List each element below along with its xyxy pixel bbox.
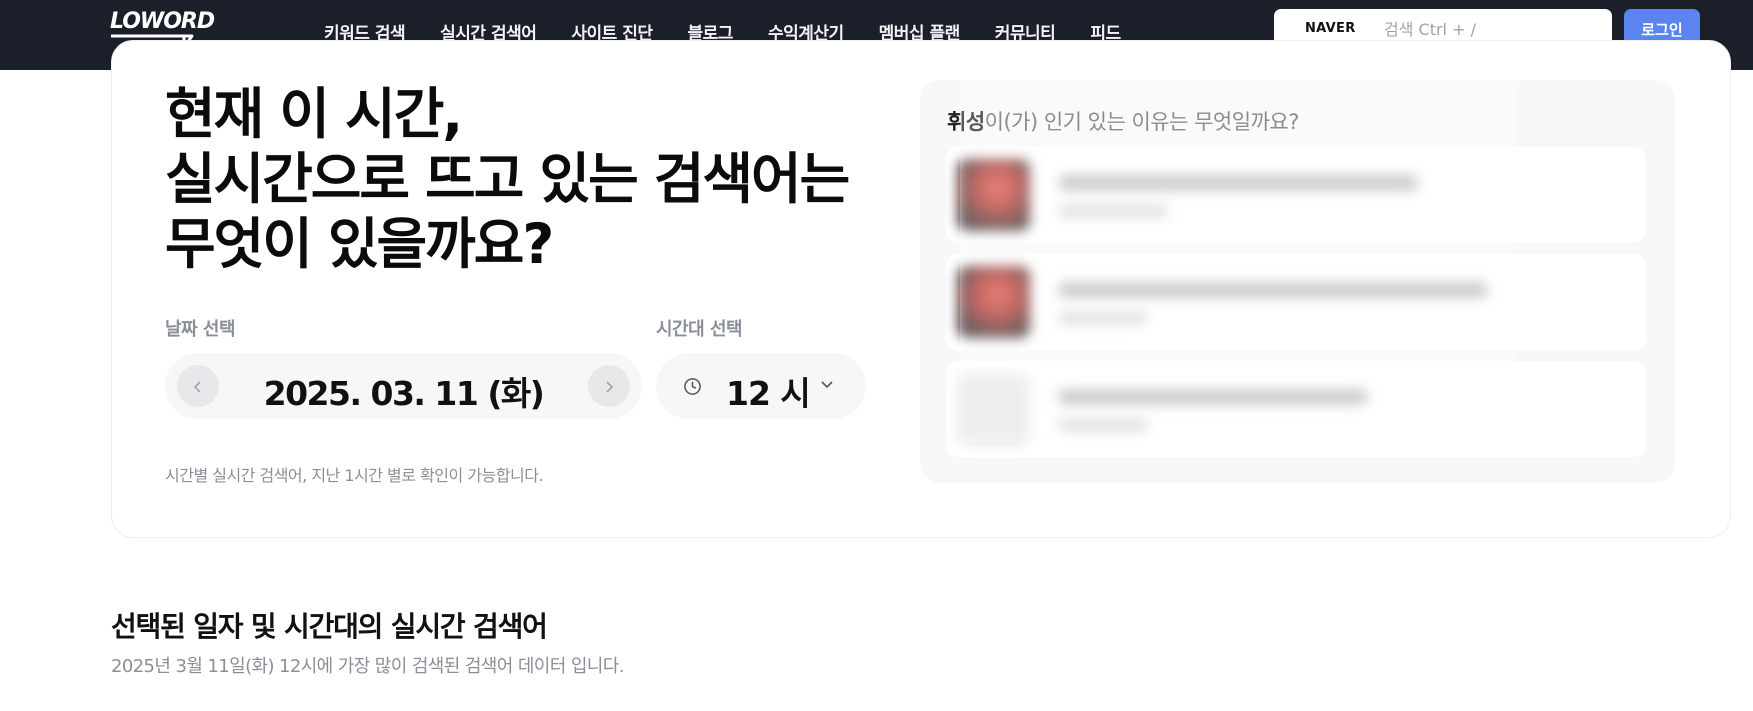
reason-keyword: 휘성 — [947, 110, 985, 134]
chevron-right-icon — [606, 381, 614, 393]
news-source-blurred — [1058, 312, 1148, 324]
reason-question: 휘성이(가) 인기 있는 이유는 무엇일까요? — [947, 106, 1299, 136]
hero-title: 현재 이 시간, 실시간으로 뜨고 있는 검색어는 무엇이 있을까요? — [165, 82, 850, 276]
trend-reason-panel: 휘성이(가) 인기 있는 이유는 무엇일까요? — [920, 80, 1675, 483]
reason-question-text: 이(가) 인기 있는 이유는 무엇일까요? — [984, 110, 1300, 134]
news-item[interactable] — [946, 147, 1646, 243]
previous-date-button[interactable] — [177, 365, 219, 407]
date-select-label: 날짜 선택 — [165, 319, 236, 340]
section-title: 선택된 일자 및 시간대의 실시간 검색어 — [111, 610, 548, 643]
chevron-down-icon — [821, 381, 833, 389]
selected-date[interactable]: 2025. 03. 11 (화) — [235, 367, 572, 415]
time-select-label: 시간대 선택 — [656, 319, 743, 340]
news-source-blurred — [1058, 205, 1168, 217]
date-picker: 2025. 03. 11 (화) — [165, 353, 642, 419]
chevron-left-icon — [193, 381, 201, 393]
next-date-button[interactable] — [588, 365, 630, 407]
news-item[interactable] — [946, 254, 1646, 350]
search-engine-label[interactable]: NAVER — [1305, 21, 1356, 36]
time-picker[interactable]: 12 시 — [656, 353, 866, 419]
clock-icon — [684, 378, 701, 395]
news-thumbnail — [958, 373, 1030, 445]
news-headline-blurred — [1058, 389, 1368, 405]
news-thumbnail — [958, 159, 1030, 231]
news-thumbnail — [958, 266, 1030, 338]
section-subtitle: 2025년 3월 11일(화) 12시에 가장 많이 검색된 검색어 데이터 입… — [111, 656, 624, 677]
news-source-blurred — [1058, 419, 1148, 431]
helper-text: 시간별 실시간 검색어, 지난 1시간 별로 확인이 가능합니다. — [165, 466, 544, 485]
selected-hour: 12 시 — [726, 374, 811, 413]
news-headline-blurred — [1058, 282, 1488, 298]
news-headline-blurred — [1058, 175, 1418, 191]
news-item[interactable] — [946, 361, 1646, 457]
